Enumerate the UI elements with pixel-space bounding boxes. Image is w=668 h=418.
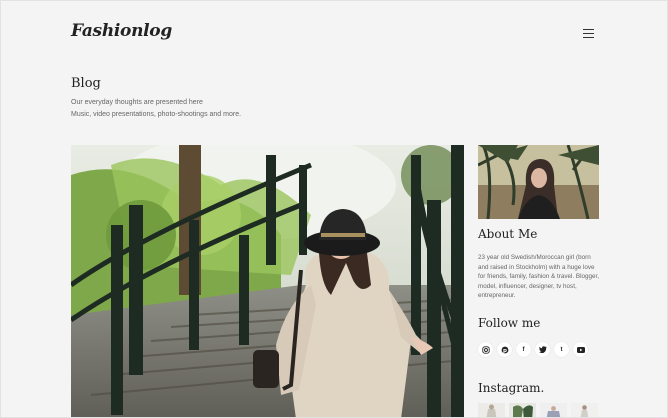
about-me-photo [478, 145, 599, 219]
twitter-glyph [538, 346, 547, 353]
menu-line [583, 33, 594, 35]
menu-line [583, 29, 594, 31]
thumb-image [478, 403, 505, 417]
instagram-feed [478, 403, 598, 417]
instagram-thumbnail[interactable] [509, 403, 536, 417]
page-title: Blog [71, 76, 101, 91]
instagram-thumbnail[interactable] [540, 403, 567, 417]
site-logo[interactable]: Fashionlog [71, 21, 172, 41]
page: Fashionlog Blog Our everyday thoughts ar… [0, 0, 668, 418]
featured-post-image[interactable] [71, 145, 464, 417]
thumb-image [509, 403, 536, 417]
instagram-icon[interactable] [478, 342, 493, 357]
menu-line [583, 37, 594, 39]
instagram-thumbnail[interactable] [478, 403, 505, 417]
featured-photo [71, 145, 464, 417]
instagram-glyph [481, 345, 490, 354]
svg-text:p: p [503, 348, 507, 354]
page-intro: Our everyday thoughts are presented here… [71, 97, 241, 121]
intro-line: Our everyday thoughts are presented here [71, 99, 203, 106]
instagram-thumbnail[interactable] [571, 403, 598, 417]
follow-me-title: Follow me [478, 316, 541, 330]
tumblr-icon[interactable]: t [554, 342, 569, 357]
twitter-icon[interactable] [535, 342, 550, 357]
youtube-glyph [576, 346, 585, 353]
about-me-title: About Me [478, 227, 538, 241]
pinterest-glyph: p [501, 346, 508, 354]
thumb-image [571, 403, 598, 417]
facebook-icon[interactable]: f [516, 342, 531, 357]
hamburger-menu-icon[interactable] [581, 27, 597, 39]
instagram-title: Instagram. [478, 381, 545, 395]
about-photo-image [478, 145, 599, 219]
social-links: p f t [478, 342, 588, 357]
about-me-text: 23 year old Swedish/Moroccan girl (born … [478, 254, 599, 299]
youtube-icon[interactable] [573, 342, 588, 357]
intro-line: Music, video presentations, photo-shooti… [71, 111, 242, 118]
thumb-image [540, 403, 567, 417]
pinterest-icon[interactable]: p [497, 342, 512, 357]
